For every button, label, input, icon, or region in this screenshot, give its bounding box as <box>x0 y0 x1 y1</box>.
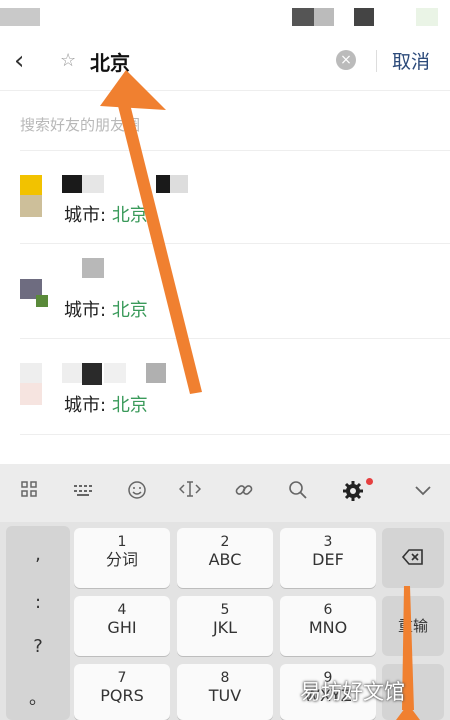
city-value: 北京 <box>111 395 148 416</box>
link-icon[interactable] <box>231 480 257 506</box>
keyboard-toolbar <box>0 464 450 522</box>
name-blur <box>62 363 82 383</box>
key-8[interactable]: 8 TUV <box>177 664 273 720</box>
avatar <box>20 175 42 195</box>
search-input[interactable]: 北京 <box>90 47 130 76</box>
key-7[interactable]: 7 PQRS <box>74 664 170 720</box>
clear-circle-icon[interactable]: × <box>336 50 356 70</box>
punctuation-key[interactable]: 。 <box>6 684 70 710</box>
city-text: 城市: 北京 <box>64 395 148 416</box>
search-header: ‹ ☆ 北京 × 取消 <box>0 36 450 90</box>
name-blur <box>82 258 104 278</box>
keyboard-icon[interactable] <box>70 480 96 506</box>
key-3[interactable]: 3 DEF <box>280 528 376 588</box>
avatar <box>20 383 42 405</box>
grid-icon[interactable] <box>16 480 42 506</box>
key-6[interactable]: 6 MNO <box>280 596 376 656</box>
name-blur <box>146 363 166 383</box>
backspace-icon <box>401 549 423 565</box>
city-value: 北京 <box>111 300 148 321</box>
punctuation-key[interactable]: , <box>6 544 70 565</box>
watermark: 易坊好文馆 <box>300 680 405 704</box>
cancel-button[interactable]: 取消 <box>392 47 430 74</box>
section-hint: 搜索好友的朋友圈 <box>20 116 141 134</box>
notification-dot <box>366 478 373 485</box>
list-item[interactable]: 城市: 北京 <box>0 339 450 435</box>
search-icon[interactable] <box>285 480 311 506</box>
name-blur <box>62 175 82 193</box>
name-blur <box>104 363 126 383</box>
avatar <box>20 363 42 383</box>
key-4[interactable]: 4 GHI <box>74 596 170 656</box>
chevron-down-icon[interactable] <box>410 480 436 506</box>
chevron-left-icon[interactable]: ‹ <box>14 48 36 74</box>
name-blur <box>82 363 102 385</box>
settings-icon[interactable] <box>340 480 366 506</box>
name-blur <box>156 175 170 193</box>
emoji-icon[interactable] <box>124 480 150 506</box>
star-outline-icon: ☆ <box>60 50 77 71</box>
punctuation-key[interactable]: : <box>6 592 70 613</box>
avatar <box>20 195 42 217</box>
key-1[interactable]: 1 分词 <box>74 528 170 588</box>
header-divider <box>0 90 450 91</box>
key-5[interactable]: 5 JKL <box>177 596 273 656</box>
key-2[interactable]: 2 ABC <box>177 528 273 588</box>
list-item[interactable]: 城市: 北京 <box>0 151 450 243</box>
status-bar <box>0 0 450 36</box>
name-blur <box>82 175 104 193</box>
divider <box>376 50 377 72</box>
avatar <box>36 295 48 307</box>
divider <box>20 434 450 435</box>
city-value: 北京 <box>111 205 148 226</box>
city-text: 城市: 北京 <box>64 205 148 226</box>
cursor-icon[interactable] <box>177 480 203 506</box>
city-text: 城市: 北京 <box>64 300 148 321</box>
list-item[interactable]: 城市: 北京 <box>0 244 450 338</box>
resend-key[interactable]: 重输 <box>382 596 444 656</box>
backspace-key[interactable] <box>382 528 444 588</box>
punctuation-key[interactable]: ? <box>6 636 70 657</box>
name-blur <box>170 175 188 193</box>
